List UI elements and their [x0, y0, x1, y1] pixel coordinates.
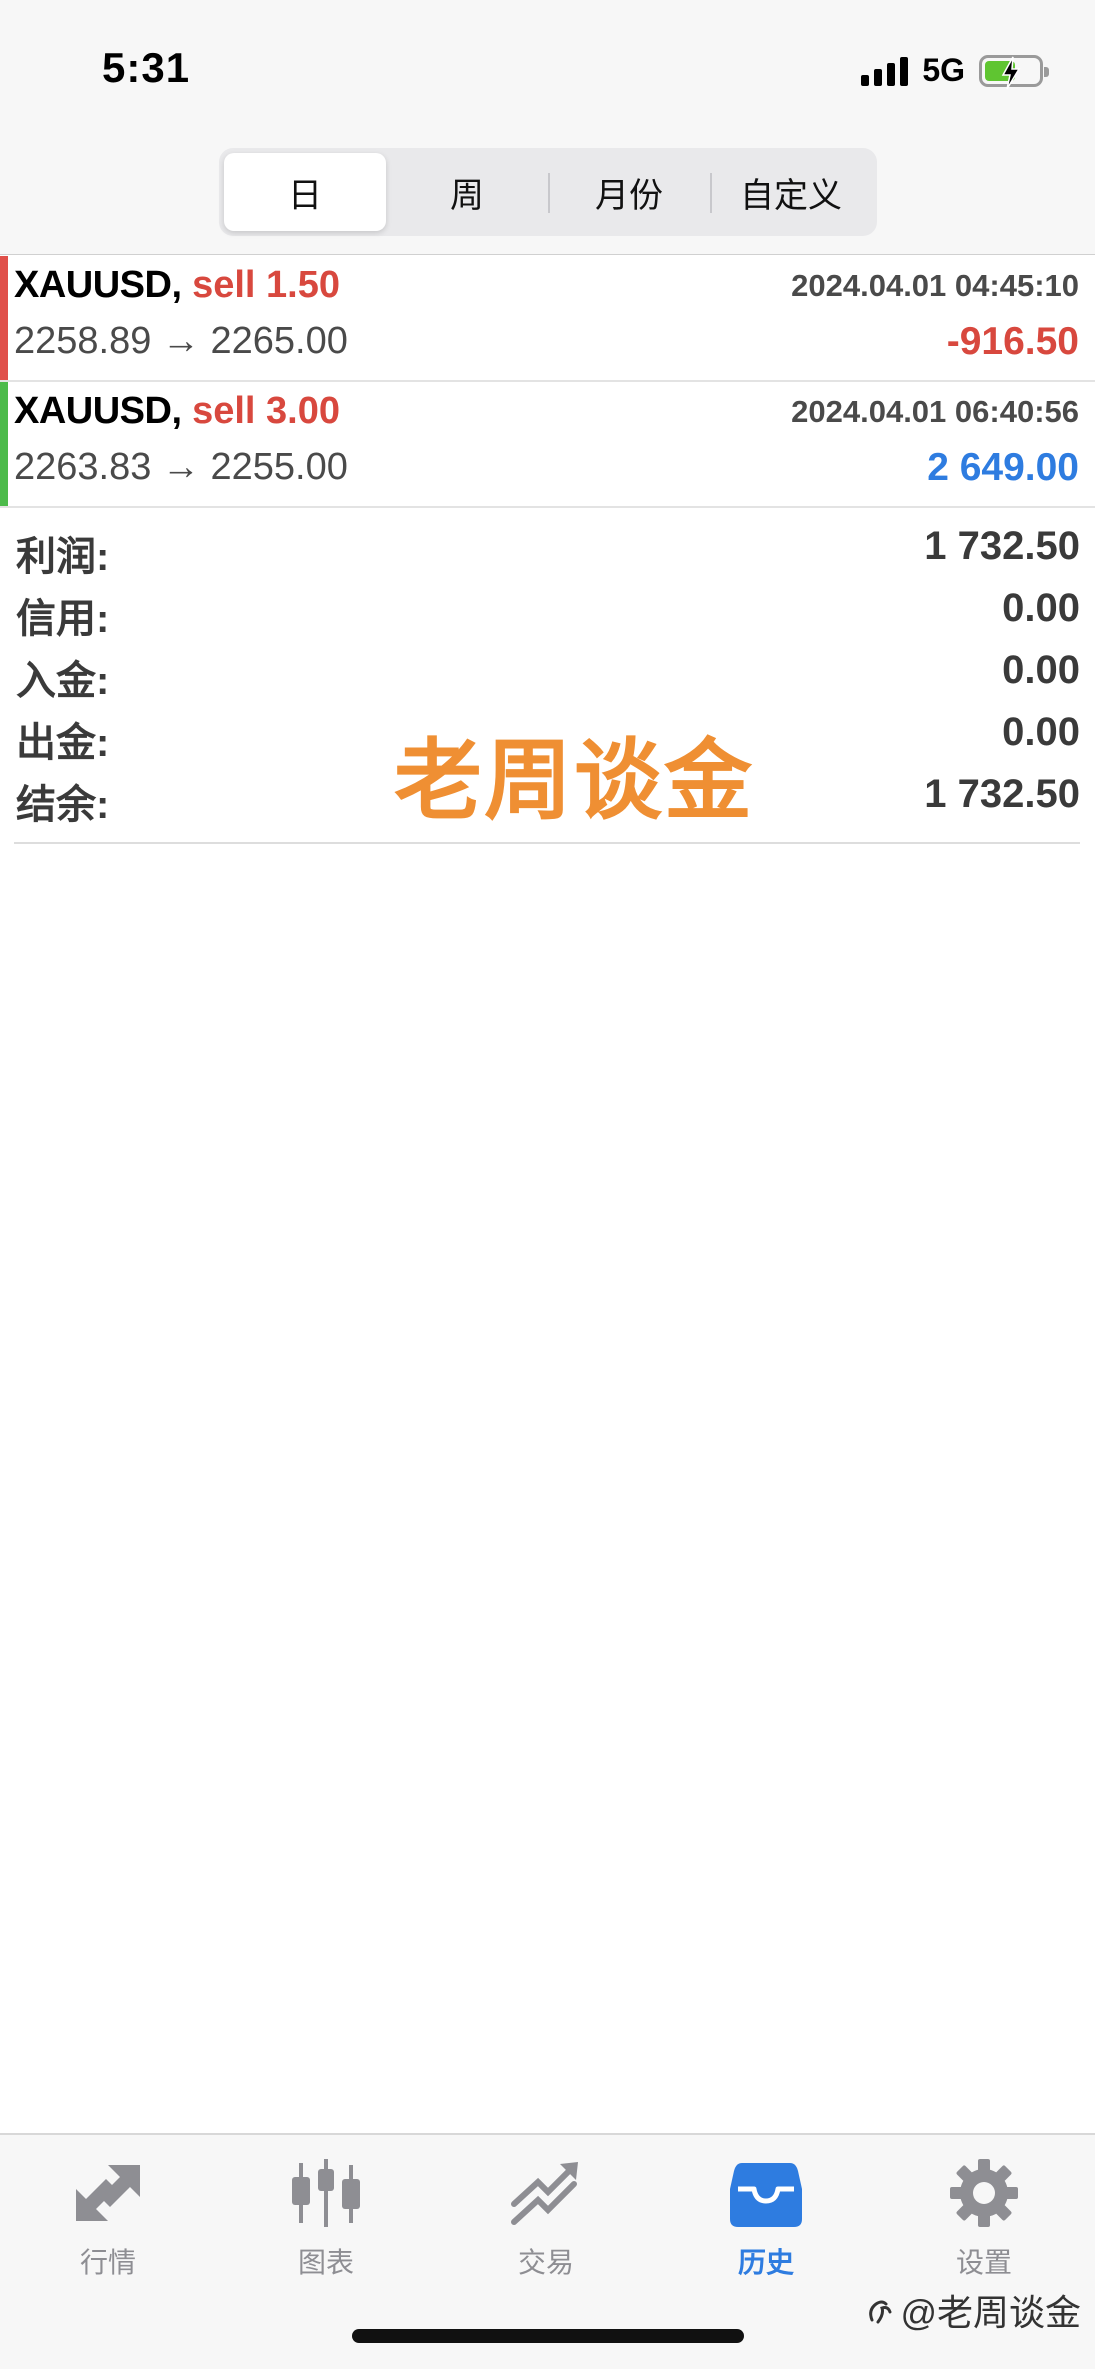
network-type: 5G	[922, 52, 965, 88]
trade-row[interactable]: XAUUSD, sell 1.50 2024.04.01 04:45:10 22…	[0, 256, 1095, 382]
trade-row[interactable]: XAUUSD, sell 3.00 2024.04.01 06:40:56 22…	[0, 382, 1095, 508]
trade-title: XAUUSD, sell 3.00	[14, 390, 340, 433]
loss-indicator-bar	[0, 256, 8, 380]
segment-custom[interactable]: 自定义	[710, 153, 872, 231]
tab-label: 设置	[955, 2247, 1012, 2278]
summary-label: 利润:	[16, 535, 110, 579]
trade-prices: 2258.89 → 2265.00	[14, 320, 348, 362]
summary-label: 结余:	[16, 783, 110, 827]
status-time: 5:31	[102, 44, 191, 91]
tab-label: 图表	[297, 2247, 354, 2278]
summary-row-profit: 利润: 1 732.50	[14, 520, 1080, 582]
summary-value: 0.00	[1002, 586, 1080, 630]
summary-label: 信用:	[16, 597, 110, 641]
status-indicators: 5G	[861, 52, 1049, 89]
trade-time: 2024.04.01 04:45:10	[791, 268, 1079, 303]
tab-chart[interactable]: 图表	[246, 2153, 406, 2281]
summary-row-deposit: 入金: 0.00	[14, 644, 1080, 706]
trade-side-volume: sell 1.50	[192, 264, 340, 306]
trade-history-list: XAUUSD, sell 1.50 2024.04.01 04:45:10 22…	[0, 256, 1095, 508]
trade-symbol: XAUUSD,	[14, 264, 182, 306]
summary-divider	[14, 842, 1080, 844]
segment-week[interactable]: 周	[386, 153, 548, 231]
status-bar: 5:31 5G	[0, 0, 1095, 130]
tab-history[interactable]: 历史	[686, 2153, 846, 2281]
segment-month[interactable]: 月份	[548, 153, 710, 231]
chart-icon	[286, 2153, 366, 2233]
segment-day[interactable]: 日	[224, 153, 386, 231]
trade-icon	[506, 2153, 586, 2233]
summary-value: 1 732.50	[924, 524, 1080, 568]
watermark-text: 老周谈金	[394, 731, 755, 830]
history-icon	[726, 2153, 806, 2233]
summary-label: 入金:	[16, 659, 110, 703]
platform-logo-icon	[869, 2300, 892, 2324]
summary-value: 0.00	[1002, 710, 1080, 754]
trade-profit: 2 649.00	[927, 446, 1079, 489]
summary-value: 1 732.50	[924, 772, 1080, 816]
summary-row-credit: 信用: 0.00	[14, 582, 1080, 644]
trade-title: XAUUSD, sell 1.50	[14, 264, 340, 307]
tab-label: 行情	[79, 2247, 136, 2278]
summary-label: 出金:	[16, 721, 110, 765]
period-selector-bar: 日 周 月份 自定义	[0, 130, 1095, 255]
tab-trade[interactable]: 交易	[466, 2153, 626, 2281]
trade-profit: -916.50	[946, 320, 1079, 363]
signal-icon	[861, 56, 909, 86]
tab-quotes[interactable]: 行情	[28, 2153, 188, 2281]
trade-symbol: XAUUSD,	[14, 390, 182, 432]
battery-icon	[979, 54, 1049, 89]
settings-icon	[944, 2153, 1024, 2233]
period-segmented-control: 日 周 月份 自定义	[219, 148, 877, 236]
credit-text: @老周谈金	[900, 2292, 1081, 2333]
tab-settings[interactable]: 设置	[904, 2153, 1064, 2281]
home-indicator	[352, 2329, 744, 2343]
tab-label: 交易	[517, 2247, 574, 2278]
trade-time: 2024.04.01 06:40:56	[791, 394, 1079, 429]
tab-label: 历史	[737, 2247, 794, 2278]
summary-value: 0.00	[1002, 648, 1080, 692]
trade-side-volume: sell 3.00	[192, 390, 340, 432]
profit-indicator-bar	[0, 382, 8, 506]
quotes-icon	[68, 2153, 148, 2233]
trade-prices: 2263.83 → 2255.00	[14, 446, 348, 488]
credit-watermark: @老周谈金	[864, 2284, 1081, 2336]
